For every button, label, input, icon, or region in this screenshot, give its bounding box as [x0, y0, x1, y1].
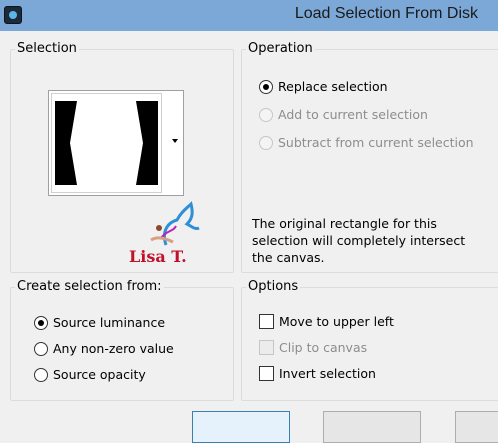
cancel-button[interactable] — [323, 411, 421, 443]
checkbox-indicator[interactable] — [259, 314, 274, 329]
radio-any-non-zero-value[interactable]: Any non-zero value — [34, 341, 174, 356]
radio-subtract-from-current-selection[interactable]: Subtract from current selection — [259, 135, 474, 150]
signature-graphic: Lisa T. — [129, 201, 200, 266]
help-button[interactable] — [455, 411, 498, 443]
selection-group-label: Selection — [15, 41, 79, 56]
selection-preview-thumbnail — [51, 93, 162, 193]
radio-indicator[interactable] — [259, 107, 273, 122]
radio-source-luminance[interactable]: Source luminance — [34, 315, 165, 330]
checkbox-indicator[interactable] — [259, 340, 274, 355]
radio-indicator[interactable] — [34, 367, 48, 382]
preview-right-shape — [136, 101, 158, 185]
create-from-group-label: Create selection from: — [15, 279, 164, 294]
app-icon[interactable] — [4, 6, 22, 24]
window-title: Load Selection From Disk — [294, 5, 478, 22]
radio-label: Subtract from current selection — [278, 135, 474, 150]
checkbox-clip-to-canvas[interactable]: Clip to canvas — [259, 340, 367, 355]
radio-indicator[interactable] — [34, 315, 48, 330]
checkbox-label: Clip to canvas — [279, 340, 368, 355]
radio-label: Add to current selection — [278, 107, 428, 122]
radio-replace-selection[interactable]: Replace selection — [259, 79, 388, 94]
operation-info-text: The original rectangle for this selectio… — [252, 216, 466, 265]
radio-add-to-current-selection[interactable]: Add to current selection — [259, 107, 428, 122]
title-bar: Load Selection From Disk — [0, 0, 498, 31]
watermark-signature: Lisa T. — [121, 200, 211, 270]
checkbox-label: Move to upper left — [279, 314, 394, 329]
radio-label: Replace selection — [278, 79, 388, 94]
radio-label: Source luminance — [53, 315, 166, 330]
radio-indicator[interactable] — [259, 79, 273, 94]
ok-button[interactable] — [192, 411, 290, 443]
selection-preview-dropdown[interactable] — [48, 90, 184, 196]
options-group-label: Options — [246, 279, 301, 294]
selection-preview-image — [55, 101, 158, 185]
selection-group: Selection Lisa T. — [10, 41, 234, 273]
operation-group-label: Operation — [246, 41, 315, 56]
operation-group: Operation Replace selection Add to curre… — [241, 41, 498, 273]
radio-source-opacity[interactable]: Source opacity — [34, 367, 146, 382]
signature-text: Lisa T. — [129, 247, 187, 266]
radio-label: Any non-zero value — [53, 341, 174, 356]
checkbox-indicator[interactable] — [259, 366, 274, 381]
radio-indicator[interactable] — [34, 341, 48, 356]
dialog-content: Selection Lisa T. Operation Replace sele… — [0, 31, 498, 443]
radio-label: Source opacity — [53, 367, 146, 382]
chevron-down-icon[interactable] — [172, 139, 178, 143]
radio-indicator[interactable] — [259, 135, 273, 150]
checkbox-invert-selection[interactable]: Invert selection — [259, 366, 376, 381]
preview-left-shape — [55, 101, 77, 185]
options-group: Options Move to upper left Clip to canva… — [241, 279, 498, 401]
checkbox-move-to-upper-left[interactable]: Move to upper left — [259, 314, 394, 329]
checkbox-label: Invert selection — [279, 366, 376, 381]
create-from-group: Create selection from: Source luminance … — [10, 279, 234, 401]
